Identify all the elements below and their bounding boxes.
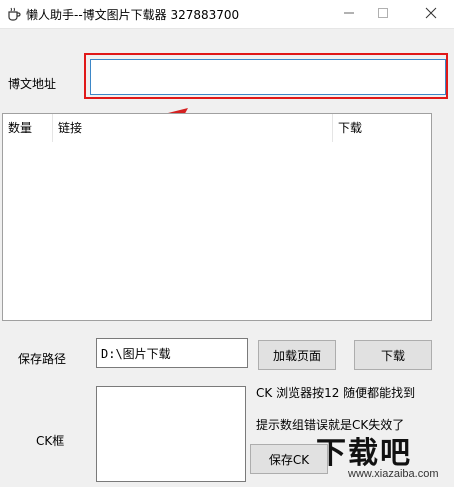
save-ck-button[interactable]: 保存CK — [250, 444, 328, 474]
save-path-label: 保存路径 — [18, 352, 67, 366]
ck-textarea[interactable] — [96, 386, 246, 482]
maximize-button[interactable] — [368, 0, 398, 28]
title-bar: 懒人助手--博文图片下载器 327883700 — [0, 0, 454, 29]
close-button[interactable] — [416, 0, 446, 28]
hint-line-1: CK 浏览器按12 随便都能找到 — [256, 386, 416, 400]
coffee-cup-icon — [6, 6, 22, 22]
watermark-url: www.xiazaiba.com — [348, 468, 439, 480]
url-label: 博文地址 — [8, 77, 57, 91]
link-list[interactable]: 数量 链接 下载 — [2, 113, 432, 321]
maximize-icon — [377, 7, 389, 22]
watermark: 下载吧 www.xiazaiba.com — [312, 424, 454, 487]
hint-line-2: 提示数组错误就是CK失效了 — [256, 418, 405, 432]
url-input[interactable] — [90, 59, 446, 95]
minimize-icon — [343, 7, 355, 22]
load-page-button[interactable]: 加载页面 — [258, 340, 336, 370]
ck-label: CK框 — [36, 434, 65, 448]
download-button[interactable]: 下载 — [354, 340, 432, 370]
window-title: 懒人助手--博文图片下载器 327883700 — [26, 8, 240, 22]
watermark-main: 下载吧 — [316, 436, 412, 471]
column-header-download[interactable]: 下载 — [333, 114, 431, 142]
minimize-button[interactable] — [334, 0, 364, 28]
column-header-link[interactable]: 链接 — [53, 114, 333, 142]
close-icon — [425, 7, 437, 22]
list-header: 数量 链接 下载 — [3, 114, 431, 142]
save-path-input[interactable] — [96, 338, 248, 368]
column-header-count[interactable]: 数量 — [3, 114, 53, 142]
